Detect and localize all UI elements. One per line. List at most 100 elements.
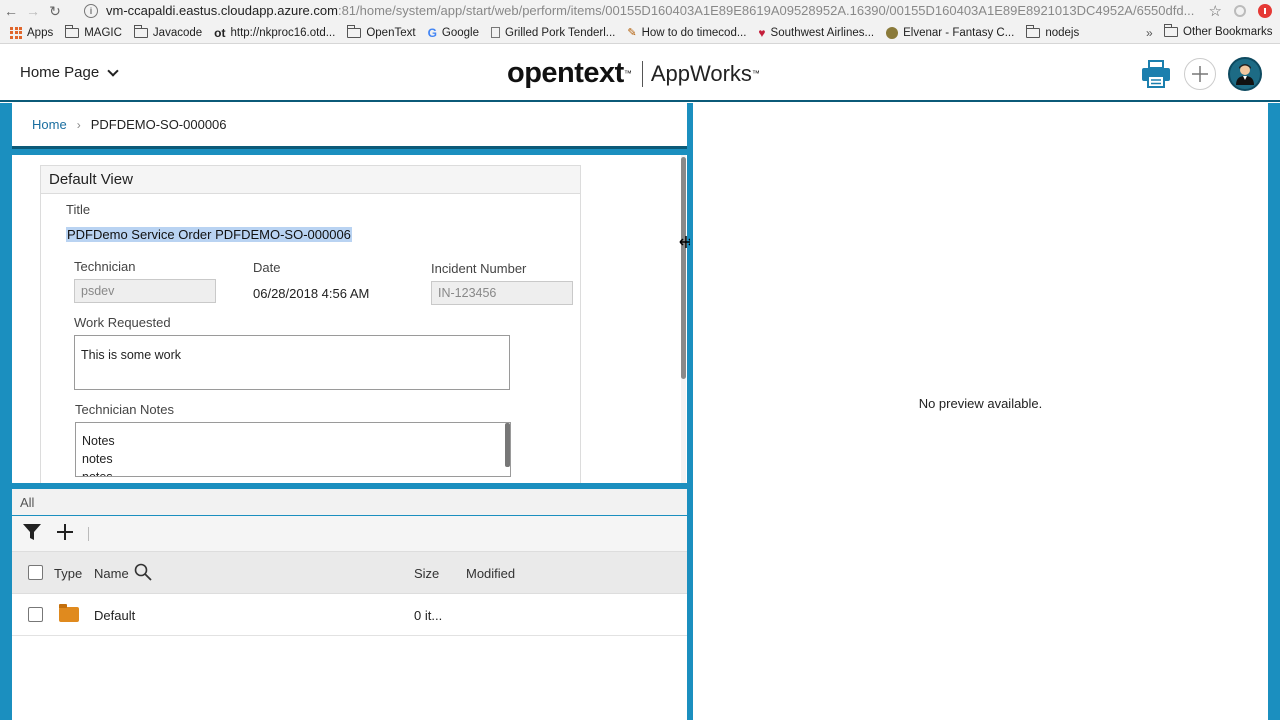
breadcrumb-separator: ›	[76, 117, 81, 132]
row-checkbox[interactable]	[28, 607, 43, 622]
incident-number-field[interactable]: IN-123456	[431, 281, 573, 305]
apps-icon	[10, 26, 22, 39]
chevron-down-icon	[107, 64, 119, 77]
more-bookmarks-chevron-icon[interactable]: »	[1146, 26, 1153, 40]
brand-product: AppWorks	[650, 60, 752, 86]
brand-logo: opentext ™ AppWorks ™	[507, 57, 760, 90]
bookmark-southwest[interactable]: ♥ Southwest Airlines...	[758, 26, 874, 40]
other-bookmarks-label: Other Bookmarks	[1183, 26, 1273, 38]
app-header: Home Page opentext ™ AppWorks ™	[0, 45, 1280, 102]
files-table-header: Type Name Size Modified	[12, 552, 687, 594]
bookmark-google[interactable]: G Google	[428, 26, 479, 40]
left-panel: Home › PDFDEMO-SO-000006 Default View Ti…	[0, 103, 690, 720]
ot-icon: ot	[214, 25, 226, 40]
folder-icon	[59, 604, 79, 622]
row-name[interactable]: Default	[94, 608, 135, 623]
notes-line: notes	[82, 452, 113, 466]
date-value: 06/28/2018 4:56 AM	[253, 286, 370, 301]
breadcrumb-current: PDFDEMO-SO-000006	[90, 117, 227, 132]
files-toolbar	[12, 516, 687, 552]
bookmark-label: Elvenar - Fantasy C...	[903, 26, 1015, 39]
bookmark-star-icon[interactable]: ☆	[1209, 2, 1222, 20]
back-icon[interactable]: ←	[0, 0, 22, 22]
brand-divider	[641, 60, 643, 87]
bookmark-label: http://nkproc16.otd...	[230, 26, 336, 39]
search-icon[interactable]	[134, 563, 152, 584]
extension-record-icon[interactable]	[1258, 4, 1272, 18]
bookmark-timecode[interactable]: ✎ How to do timecod...	[627, 26, 747, 40]
address-bar[interactable]: i vm-ccapaldi.eastus.cloudapp.azure.com:…	[84, 1, 1224, 20]
files-panel: All Type Name Size Modified Default 0 it…	[12, 489, 687, 720]
notes-line: notes	[82, 470, 113, 477]
bookmarks-bar: Apps MAGIC Javacode ot http://nkproc16.o…	[0, 22, 1280, 44]
table-row[interactable]: Default 0 it...	[12, 594, 687, 636]
other-bookmarks[interactable]: Other Bookmarks	[1164, 24, 1273, 38]
bookmark-label: MAGIC	[84, 26, 122, 39]
technician-field[interactable]: psdev	[74, 279, 216, 303]
bookmark-nkproc[interactable]: ot http://nkproc16.otd...	[214, 26, 335, 40]
bookmark-apps[interactable]: Apps	[10, 26, 54, 39]
select-all-checkbox[interactable]	[28, 565, 43, 580]
url-host: vm-ccapaldi.eastus.cloudapp.azure.com	[106, 3, 338, 18]
breadcrumb-home-link[interactable]: Home	[32, 117, 67, 132]
row-size: 0 it...	[414, 608, 443, 623]
bookmark-nodejs[interactable]: nodejs	[1026, 24, 1080, 39]
brand-tm: ™	[623, 69, 632, 78]
bookmark-label: Southwest Airlines...	[770, 26, 875, 39]
print-icon[interactable]	[1140, 58, 1172, 90]
notes-line: Notes	[82, 434, 115, 448]
extension-icon[interactable]	[1234, 5, 1246, 17]
bookmark-label: Apps	[27, 26, 54, 39]
bookmark-label: nodejs	[1045, 26, 1080, 39]
form-panel: Default View Title PDFDemo Service Order…	[12, 155, 687, 483]
column-name[interactable]: Name	[94, 566, 129, 581]
column-type[interactable]: Type	[54, 566, 82, 581]
tab-all[interactable]: All	[12, 489, 687, 516]
brand-name: opentext	[507, 57, 624, 89]
technician-label: Technician	[74, 259, 136, 274]
form-scroll-thumb[interactable]	[681, 157, 686, 379]
folder-icon	[1164, 24, 1178, 37]
incident-number-label: Incident Number	[431, 261, 527, 276]
bookmark-elvenar[interactable]: Elvenar - Fantasy C...	[886, 26, 1015, 39]
create-new-icon[interactable]	[1184, 58, 1216, 90]
pen-icon: ✎	[627, 27, 637, 39]
info-icon[interactable]: i	[84, 3, 98, 18]
reload-icon[interactable]: ↻	[44, 0, 66, 22]
technician-notes-label: Technician Notes	[75, 402, 174, 417]
filter-icon[interactable]	[22, 522, 42, 545]
date-label: Date	[253, 260, 281, 275]
brand-product-tm: ™	[751, 69, 760, 78]
bookmark-label: How to do timecod...	[641, 26, 747, 39]
home-page-label: Home Page	[20, 64, 100, 81]
url-path: :81/home/system/app/start/web/perform/it…	[337, 3, 1195, 18]
forward-icon[interactable]: →	[22, 0, 44, 22]
preview-panel: No preview available.	[690, 103, 1280, 720]
folder-icon	[133, 24, 148, 38]
bookmark-grilled-pork[interactable]: Grilled Pork Tenderl...	[491, 27, 615, 39]
add-icon[interactable]	[56, 523, 74, 544]
textarea-scrollbar[interactable]	[505, 423, 510, 467]
column-modified[interactable]: Modified	[466, 566, 515, 581]
folder-icon	[65, 24, 80, 38]
bookmark-opentext[interactable]: OpenText	[347, 24, 416, 39]
elvenar-icon	[886, 26, 899, 39]
bookmark-label: Grilled Pork Tenderl...	[505, 26, 616, 39]
user-avatar[interactable]	[1228, 57, 1262, 91]
title-value[interactable]: PDFDemo Service Order PDFDEMO-SO-000006	[66, 227, 352, 242]
bookmark-label: Javacode	[152, 26, 203, 39]
no-preview-message: No preview available.	[918, 396, 1043, 411]
bookmark-magic[interactable]: MAGIC	[65, 24, 122, 39]
bookmark-label: OpenText	[366, 26, 416, 39]
bookmark-label: Google	[441, 26, 479, 39]
preview-area: No preview available.	[693, 103, 1268, 720]
page-icon	[491, 27, 500, 38]
home-page-menu[interactable]: Home Page	[20, 64, 119, 81]
bookmark-javacode[interactable]: Javacode	[133, 24, 203, 39]
browser-toolbar: ← → ↻ i vm-ccapaldi.eastus.cloudapp.azur…	[0, 0, 1280, 22]
technician-notes-textarea[interactable]: Notes notes notes	[75, 422, 511, 477]
work-requested-textarea[interactable]: This is some work	[74, 335, 510, 390]
title-label: Title	[66, 202, 91, 217]
column-size[interactable]: Size	[414, 566, 439, 581]
folder-icon	[347, 24, 362, 38]
